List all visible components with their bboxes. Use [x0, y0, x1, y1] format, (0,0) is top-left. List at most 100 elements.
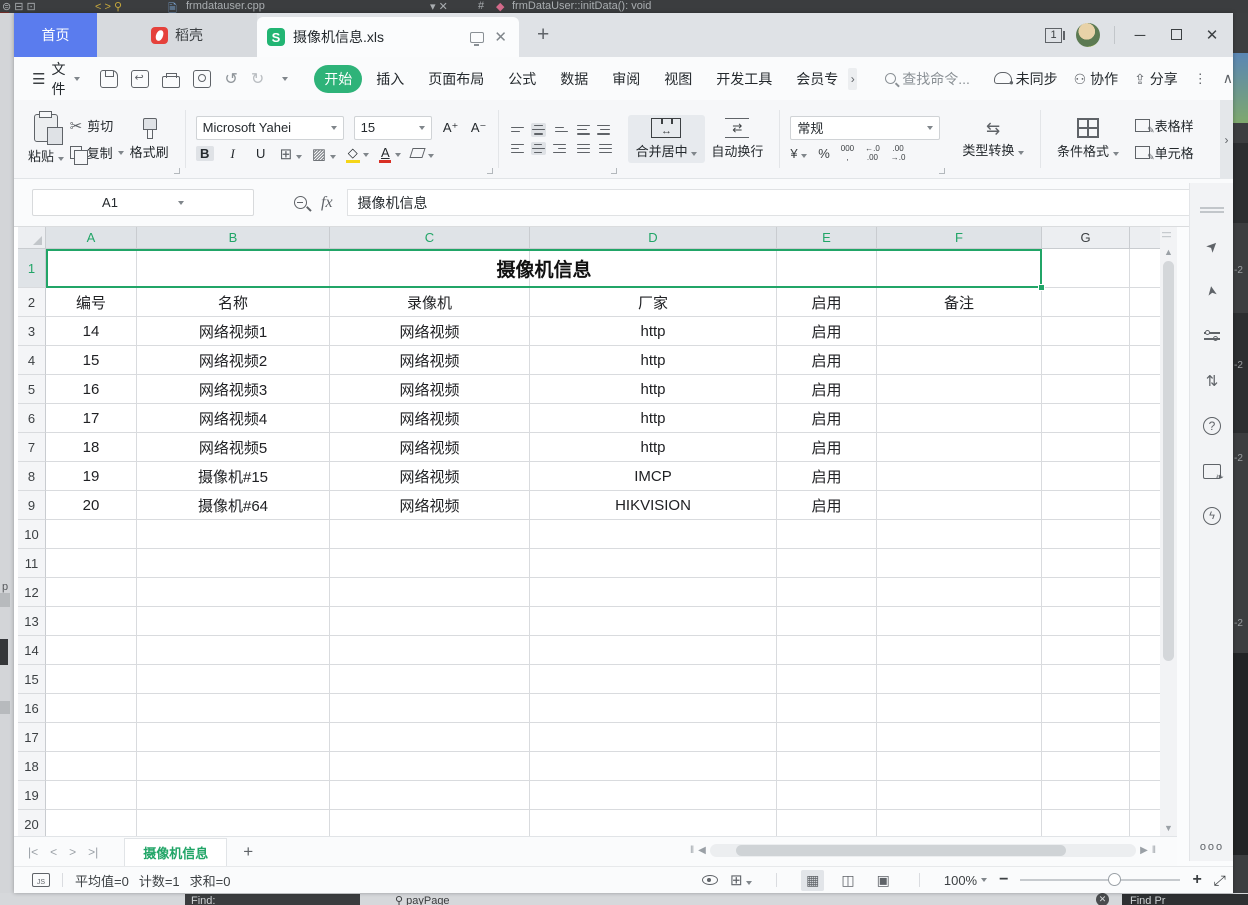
- increase-decimal-button[interactable]: ←.0.00: [865, 145, 880, 163]
- cell[interactable]: [530, 578, 777, 607]
- cell[interactable]: [1130, 810, 1162, 836]
- cell[interactable]: [777, 520, 877, 549]
- cut-button[interactable]: ✂剪切: [70, 116, 124, 135]
- cell[interactable]: [877, 607, 1042, 636]
- number-dialog-launcher[interactable]: [939, 168, 945, 174]
- export-icon[interactable]: [131, 70, 149, 88]
- cell[interactable]: [1130, 491, 1162, 520]
- decrease-decimal-button[interactable]: .00→.0: [891, 145, 906, 163]
- cell[interactable]: [137, 607, 330, 636]
- cell[interactable]: [46, 520, 137, 549]
- menu-tab-7[interactable]: 视图: [654, 65, 702, 93]
- distribute-icon[interactable]: [597, 142, 612, 156]
- cell[interactable]: [1042, 607, 1130, 636]
- maximize-button[interactable]: [1165, 27, 1187, 44]
- align-right-icon[interactable]: [553, 142, 568, 156]
- cell[interactable]: [1042, 288, 1130, 317]
- cell[interactable]: [1042, 249, 1130, 288]
- more-menu-icon[interactable]: ⋮: [1194, 71, 1207, 87]
- macro-js-icon[interactable]: JS: [32, 873, 50, 887]
- cell[interactable]: [330, 723, 530, 752]
- cell[interactable]: 网络视频: [330, 375, 530, 404]
- increase-indent-icon[interactable]: [597, 123, 612, 137]
- table-style-button[interactable]: 表格样: [1135, 116, 1194, 135]
- cell[interactable]: 网络视频5: [137, 433, 330, 462]
- cell[interactable]: [877, 346, 1042, 375]
- cell[interactable]: [330, 752, 530, 781]
- zoom-in-button[interactable]: +: [1192, 871, 1201, 889]
- font-size-select[interactable]: 15: [354, 116, 432, 140]
- cell-style-button[interactable]: 单元格: [1135, 143, 1194, 162]
- cell[interactable]: 18: [46, 433, 137, 462]
- collaborate-button[interactable]: ⚇ 协作: [1074, 69, 1118, 89]
- cell[interactable]: [137, 578, 330, 607]
- cell[interactable]: 启用: [777, 346, 877, 375]
- cell[interactable]: [1130, 433, 1162, 462]
- command-search[interactable]: 查找命令...: [885, 69, 982, 89]
- number-format-select[interactable]: 常规: [790, 116, 940, 140]
- cell[interactable]: [777, 723, 877, 752]
- scroll-right-icon[interactable]: ▶: [1140, 845, 1148, 856]
- save-icon[interactable]: [100, 70, 118, 88]
- row-header[interactable]: 14: [18, 636, 46, 665]
- cell[interactable]: 19: [46, 462, 137, 491]
- cell[interactable]: [877, 549, 1042, 578]
- cell[interactable]: [137, 520, 330, 549]
- cell[interactable]: [1130, 636, 1162, 665]
- tab-document[interactable]: S 摄像机信息.xls ✕: [257, 17, 519, 57]
- column-header[interactable]: C: [330, 227, 530, 249]
- menu-tab-1[interactable]: 开始: [314, 65, 362, 93]
- cell[interactable]: 16: [46, 375, 137, 404]
- thousands-button[interactable]: 000,: [841, 145, 854, 163]
- eye-protection-icon[interactable]: [702, 875, 718, 885]
- align-left-icon[interactable]: [509, 142, 524, 156]
- cell[interactable]: [46, 549, 137, 578]
- cell[interactable]: [877, 665, 1042, 694]
- cell[interactable]: http: [530, 346, 777, 375]
- cell[interactable]: [530, 723, 777, 752]
- close-button[interactable]: ✕: [1201, 26, 1223, 44]
- sheet-tab-active[interactable]: 摄像机信息: [124, 838, 227, 866]
- cell[interactable]: [1130, 346, 1162, 375]
- cell[interactable]: [137, 723, 330, 752]
- cell[interactable]: [777, 549, 877, 578]
- cell[interactable]: [330, 549, 530, 578]
- cell[interactable]: [777, 636, 877, 665]
- cell[interactable]: [137, 694, 330, 723]
- cell[interactable]: [877, 433, 1042, 462]
- row-header[interactable]: 11: [18, 549, 46, 578]
- horizontal-scroll-thumb[interactable]: [736, 845, 1066, 856]
- cell[interactable]: [46, 752, 137, 781]
- settings-sliders-icon[interactable]: [1201, 325, 1223, 347]
- cell[interactable]: [1042, 578, 1130, 607]
- cell[interactable]: [1130, 549, 1162, 578]
- cell[interactable]: 编号: [46, 288, 137, 317]
- cell[interactable]: 名称: [137, 288, 330, 317]
- last-sheet-icon[interactable]: >|: [88, 845, 98, 859]
- cell[interactable]: [530, 781, 777, 810]
- clipboard-dialog-launcher[interactable]: [174, 168, 180, 174]
- cell[interactable]: 网络视频1: [137, 317, 330, 346]
- menu-overflow-button[interactable]: ›: [848, 68, 857, 90]
- prev-sheet-icon[interactable]: <: [50, 845, 57, 859]
- justify-icon[interactable]: [575, 142, 590, 156]
- zoom-slider-knob[interactable]: [1108, 873, 1121, 886]
- fx-icon[interactable]: fx: [321, 194, 333, 212]
- font-color-button[interactable]: A: [379, 145, 401, 163]
- column-header[interactable]: F: [877, 227, 1042, 249]
- cell[interactable]: [530, 810, 777, 836]
- row-header[interactable]: 3: [18, 317, 46, 346]
- cell[interactable]: [46, 578, 137, 607]
- cell[interactable]: HIKVISION: [530, 491, 777, 520]
- help-icon[interactable]: ?: [1201, 415, 1223, 437]
- cell[interactable]: [137, 752, 330, 781]
- cell[interactable]: [877, 462, 1042, 491]
- cell[interactable]: 网络视频3: [137, 375, 330, 404]
- row-header[interactable]: 19: [18, 781, 46, 810]
- cell[interactable]: [877, 375, 1042, 404]
- cell[interactable]: [877, 317, 1042, 346]
- highlight-color-button[interactable]: ◇: [346, 145, 370, 163]
- formula-input[interactable]: 摄像机信息: [347, 189, 1195, 216]
- cell[interactable]: [1042, 433, 1130, 462]
- ribbon-overflow-button[interactable]: ›: [1220, 100, 1233, 179]
